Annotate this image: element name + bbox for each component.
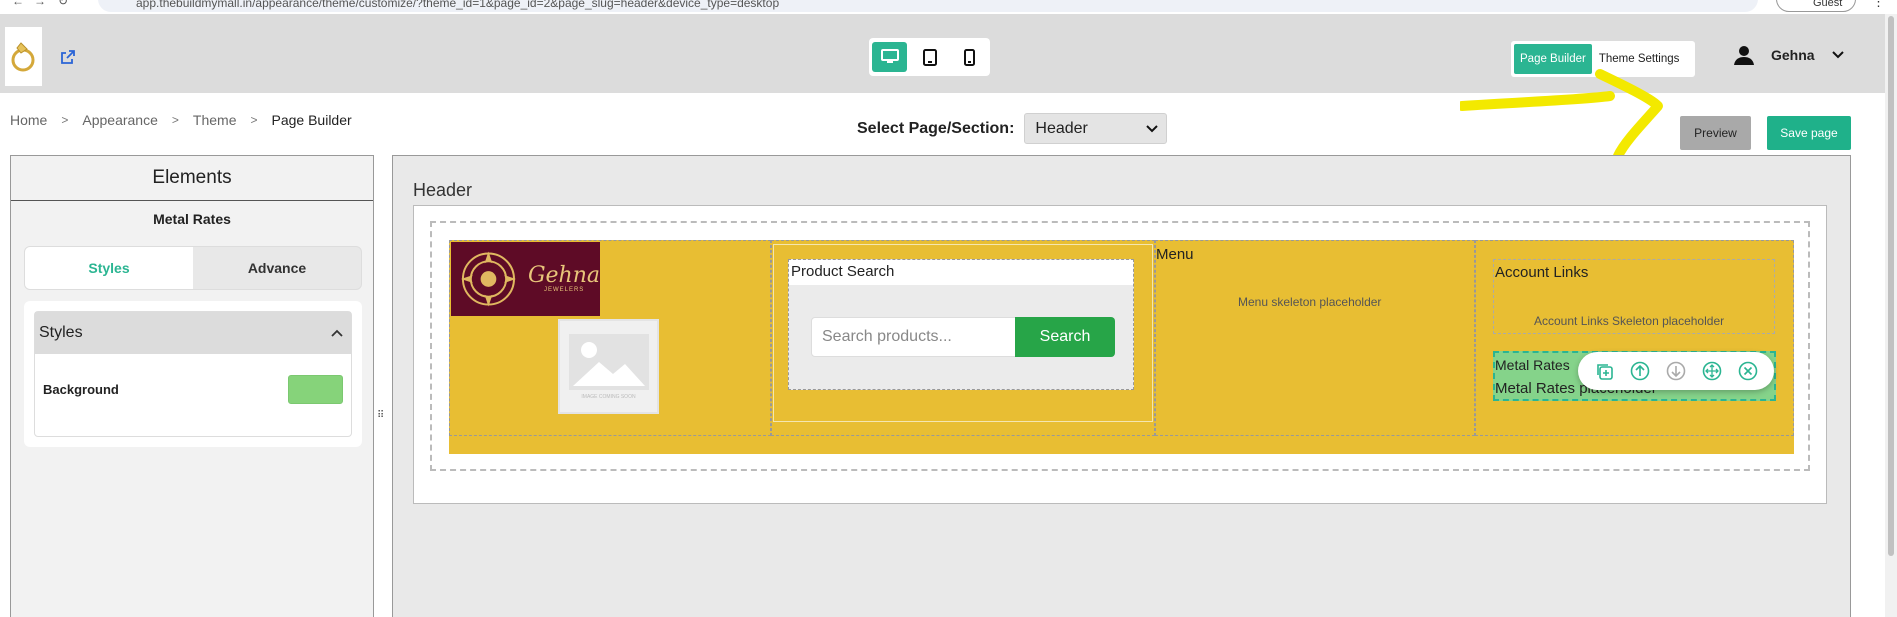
brand-logo[interactable]: Gehna JEWELERS — [451, 242, 600, 316]
background-label: Background — [43, 381, 119, 397]
styles-panel-title: Styles — [39, 324, 83, 341]
tab-styles[interactable]: Styles — [25, 247, 193, 289]
resize-handle-icon[interactable]: ⠿ — [377, 410, 384, 421]
image-icon — [568, 333, 649, 390]
tablet-view-button[interactable] — [912, 42, 947, 72]
menu-label: Menu — [1156, 246, 1194, 263]
user-menu[interactable]: Gehna — [1733, 44, 1845, 66]
styles-accordion-header[interactable]: Styles — [35, 312, 351, 354]
mandala-icon — [460, 251, 516, 307]
sidebar-title: Elements — [11, 156, 373, 201]
tab-advance[interactable]: Advance — [193, 247, 361, 289]
browser-url-strip: ← → ↻ app.thebuildmymall.in/appearance/t… — [0, 0, 1897, 14]
chevron-right-icon: > — [250, 113, 258, 127]
page-section-selector: Select Page/Section: Header — [857, 113, 1168, 144]
reload-icon[interactable]: ↻ — [58, 0, 68, 8]
ring-logo-icon — [11, 41, 34, 71]
device-switcher — [869, 38, 990, 76]
save-page-button[interactable]: Save page — [1767, 116, 1851, 150]
breadcrumb: Home > Appearance > Theme > Page Builder — [10, 112, 352, 128]
drag-move-icon[interactable] — [1701, 360, 1723, 382]
product-search-button[interactable]: Search — [1015, 317, 1115, 357]
selected-element-name: Metal Rates — [153, 211, 231, 227]
page-scrollbar-thumb[interactable] — [1888, 16, 1894, 556]
user-name: Gehna — [1771, 47, 1815, 63]
preview-button[interactable]: Preview — [1680, 116, 1751, 150]
menu-placeholder: Menu skeleton placeholder — [1238, 295, 1382, 309]
mobile-icon — [964, 48, 975, 66]
image-placeholder[interactable]: IMAGE COMING SOON — [558, 319, 659, 414]
chevron-right-icon: > — [61, 113, 69, 127]
chevron-up-icon — [331, 329, 343, 337]
elements-sidebar: Elements Metal Rates Styles Advance Styl… — [10, 155, 374, 617]
mobile-view-button[interactable] — [952, 42, 987, 72]
header-column-menu[interactable] — [1155, 240, 1475, 436]
move-down-icon[interactable] — [1665, 360, 1687, 382]
page-section-label: Select Page/Section: — [857, 119, 1015, 137]
element-toolbar — [1578, 352, 1774, 390]
breadcrumb-page-builder: Page Builder — [271, 112, 352, 128]
chevron-down-icon — [1146, 124, 1159, 132]
page-section-select[interactable]: Header — [1024, 113, 1168, 144]
breadcrumb-home[interactable]: Home — [10, 112, 47, 128]
duplicate-icon[interactable] — [1593, 360, 1615, 382]
section-title: Header — [413, 180, 473, 200]
image-placeholder-caption: IMAGE COMING SOON — [581, 393, 636, 400]
background-color-swatch[interactable] — [288, 374, 343, 404]
tablet-icon — [922, 48, 937, 66]
app-logo[interactable] — [5, 27, 42, 86]
browser-menu-icon[interactable]: ⋮ — [1872, 0, 1885, 10]
sidebar-tabs: Styles Advance — [24, 246, 362, 290]
account-links-placeholder: Account Links Skeleton placeholder — [1534, 314, 1725, 328]
desktop-view-button[interactable] — [872, 42, 907, 72]
metal-rates-label: Metal Rates — [1495, 357, 1570, 373]
brand-name: Gehna — [527, 263, 600, 288]
forward-icon[interactable]: → — [34, 0, 46, 8]
close-icon[interactable] — [1737, 360, 1759, 382]
user-icon — [1734, 46, 1754, 65]
back-icon[interactable]: ← — [12, 0, 24, 8]
profile-button[interactable]: Guest — [1776, 0, 1856, 12]
move-up-icon[interactable] — [1629, 360, 1651, 382]
page-section-value: Header — [1035, 119, 1088, 137]
breadcrumb-appearance[interactable]: Appearance — [82, 112, 158, 128]
account-links-label: Account Links — [1495, 264, 1589, 281]
annotation-arrow — [1460, 69, 1663, 161]
styles-panel: Styles Background — [24, 301, 362, 447]
product-search-input[interactable]: Search products... — [811, 317, 1016, 357]
chevron-down-icon — [1831, 51, 1844, 59]
chevron-right-icon: > — [171, 113, 179, 127]
breadcrumb-theme[interactable]: Theme — [193, 112, 237, 128]
product-search-widget[interactable]: Product Search Search products... Search — [788, 259, 1134, 390]
external-link-icon[interactable] — [60, 49, 76, 70]
address-bar[interactable]: app.thebuildmymall.in/appearance/theme/c… — [98, 0, 1758, 12]
desktop-icon — [880, 49, 899, 63]
product-search-label: Product Search — [789, 260, 1133, 285]
